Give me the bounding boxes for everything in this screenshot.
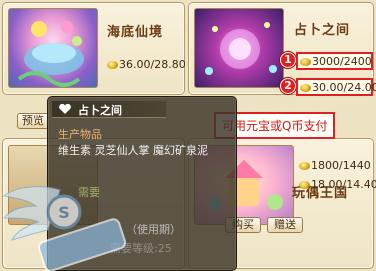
annotation-badge-2: 2 <box>280 78 296 94</box>
gold-coin-icon <box>299 162 310 170</box>
yuanbao-icon <box>107 61 118 69</box>
yuanbao-price-highlight: 30.00/24.00 <box>296 78 376 96</box>
divination-thumbnail-icon <box>194 8 284 88</box>
gold-price-highlight: 3000/2400 <box>296 52 373 70</box>
annotation-badge-1: 1 <box>280 52 296 68</box>
tooltip-faint-line-2: （使用期） <box>126 223 181 236</box>
shop-item-card-undersea[interactable]: 海底仙境 36.00/28.80 预览 <box>2 2 186 129</box>
divination-price-yuanbao: 30.00/24.00 <box>298 80 376 94</box>
winged-logo-watermark-icon: S <box>2 186 127 271</box>
svg-text:S: S <box>58 203 70 222</box>
shop-screen: 海底仙境 36.00/28.80 预览 占卜之间 玩偶王国 1800/1440 … <box>0 0 376 271</box>
yuanbao-icon <box>300 84 311 92</box>
gift-button[interactable]: 赠送 <box>267 217 303 233</box>
tooltip-title: 占卜之间 <box>78 104 122 117</box>
item-price-yuanbao: 18.00/14.40 <box>299 178 376 191</box>
item-price: 36.00/28.80 <box>107 58 186 71</box>
yuanbao-icon <box>299 181 310 189</box>
undersea-thumbnail-icon <box>8 8 98 88</box>
item-price-gold: 1800/1440 <box>299 159 371 172</box>
tooltip-ingredients: 维生素 灵芝仙人掌 魔幻矿泉泥 <box>58 144 208 157</box>
gold-coin-icon <box>300 58 311 66</box>
preview-button[interactable]: 预览 <box>17 113 49 129</box>
item-title: 海底仙境 <box>107 25 164 40</box>
divination-price-gold: 3000/2400 <box>298 54 372 68</box>
item-title: 占卜之间 <box>294 23 351 38</box>
tooltip-category: 生产物品 <box>58 128 102 141</box>
heart-icon <box>59 103 71 114</box>
